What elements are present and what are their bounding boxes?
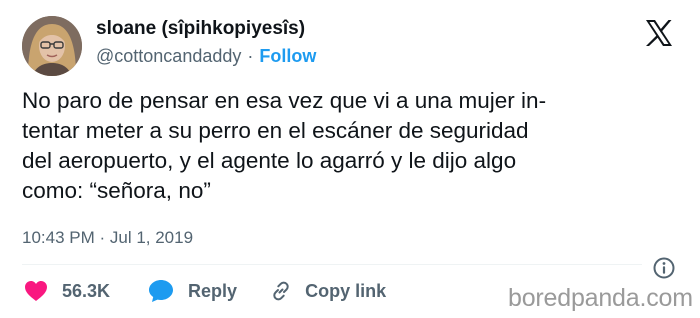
follow-button[interactable]: Follow	[259, 46, 316, 66]
x-logo-icon[interactable]	[644, 18, 674, 48]
user-handle[interactable]: @cottoncandaddy	[96, 46, 241, 66]
action-bar: 56.3K Reply Copy link	[22, 276, 386, 306]
info-icon[interactable]	[652, 256, 676, 280]
copy-link-label: Copy link	[305, 280, 387, 301]
watermark: boredpanda.com	[508, 284, 693, 312]
avatar[interactable]	[22, 16, 82, 76]
display-name[interactable]: sloane (sîpihkopiyesîs)	[96, 18, 305, 40]
reply-button[interactable]: Reply	[148, 279, 237, 303]
heart-icon	[25, 281, 47, 301]
reply-label: Reply	[188, 280, 238, 301]
copy-link-button[interactable]: Copy link	[269, 279, 386, 303]
like-button[interactable]: 56.3K	[24, 280, 110, 302]
separator-dot: ·	[247, 46, 254, 66]
link-icon	[273, 281, 289, 301]
like-count: 56.3K	[62, 280, 111, 301]
speech-bubble-icon	[149, 280, 174, 302]
divider	[22, 264, 642, 265]
profile-photo	[22, 16, 82, 76]
handle-row: @cottoncandaddy · Follow	[96, 46, 316, 67]
tweet-text: No paro de pensar en esa vez que vi a un…	[22, 88, 547, 203]
tweet-timestamp[interactable]: 10:43 PM · Jul 1, 2019	[22, 228, 193, 248]
